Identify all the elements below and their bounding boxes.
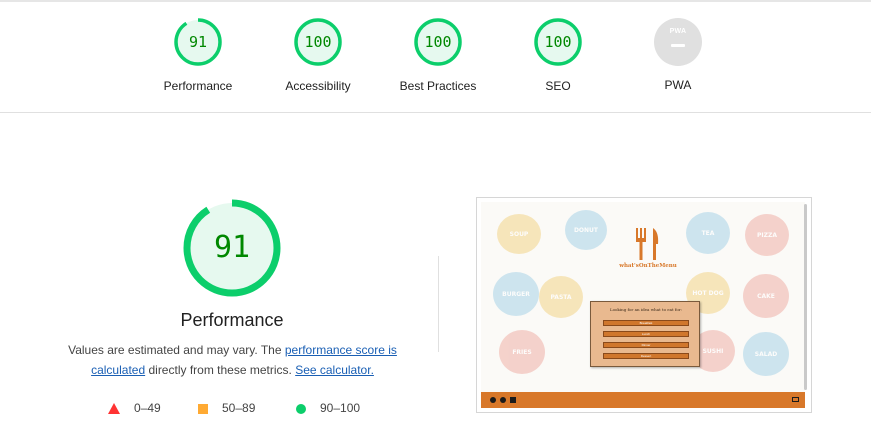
- meal-choice-modal: Looking for an idea what to eat for: Bre…: [590, 301, 700, 367]
- legend-label: 90–100: [320, 401, 361, 415]
- gauge-pwa[interactable]: PWA PWA: [613, 17, 743, 92]
- dinner-button[interactable]: Dinner: [603, 342, 689, 348]
- site-name: what'sOnTheMenu: [619, 263, 677, 269]
- legend-fail: 0–49: [108, 400, 161, 416]
- pwa-dash-icon: [671, 44, 685, 47]
- gauge-seo[interactable]: 100 SEO: [493, 17, 623, 93]
- lunch-button[interactable]: Lunch: [603, 331, 689, 337]
- performance-description: Values are estimated and may vary. The p…: [55, 341, 410, 380]
- pwa-badge-text: PWA: [669, 28, 687, 35]
- legend-pass: 90–100: [296, 400, 360, 416]
- gauge-ring: 100: [413, 17, 463, 67]
- vertical-divider: [438, 256, 439, 352]
- gauge-ring: 100: [533, 17, 583, 67]
- final-screenshot-thumbnail[interactable]: SOUP DONUT TEA PIZZA BURGER PASTA HOT DO…: [476, 197, 812, 413]
- gauge-score: 100: [544, 33, 572, 51]
- pwa-badge-icon: PWA: [654, 18, 702, 66]
- see-calculator-link[interactable]: See calculator.: [295, 363, 374, 377]
- mail-icon: [792, 397, 799, 402]
- triangle-icon: [108, 403, 120, 415]
- score-gauges-row: 91 Performance 100 Accessibility 100 Bes…: [0, 0, 871, 113]
- screenshot-background: SOUP DONUT TEA PIZZA BURGER PASTA HOT DO…: [481, 202, 805, 392]
- desc-text-1: Values are estimated and may vary. The: [68, 343, 285, 357]
- dessert-button[interactable]: Dessert: [603, 353, 689, 359]
- gauge-ring: 91: [173, 17, 223, 67]
- screenshot-footer: [481, 392, 805, 408]
- legend-label: 50–89: [222, 401, 256, 415]
- gauge-score: 100: [304, 33, 332, 51]
- gauge-performance[interactable]: 91 Performance: [133, 17, 263, 93]
- modal-title: Looking for an idea what to eat for:: [609, 307, 683, 312]
- legend-average: 50–89: [198, 400, 255, 416]
- gauge-label: Best Practices: [399, 79, 477, 93]
- desc-text-2: directly from these metrics.: [145, 362, 296, 377]
- square-icon: [198, 403, 208, 414]
- gauge-score: 91: [188, 33, 208, 51]
- gauge-accessibility[interactable]: 100 Accessibility: [253, 17, 383, 93]
- gauge-label: SEO: [545, 79, 571, 93]
- screenshot-scrollbar: [804, 204, 807, 390]
- instagram-icon: [510, 397, 516, 403]
- gauge-score: 100: [424, 33, 452, 51]
- performance-title: Performance: [180, 310, 284, 330]
- circle-icon: [296, 403, 306, 414]
- fork-knife-logo-icon: [636, 228, 659, 260]
- gauge-label: Performance: [163, 79, 233, 93]
- gauge-best-practices[interactable]: 100 Best Practices: [373, 17, 503, 93]
- facebook-icon: [490, 397, 496, 403]
- breakfast-button[interactable]: Breakfast: [603, 320, 689, 326]
- gauge-label: Accessibility: [285, 79, 351, 93]
- performance-main-gauge: 91: [182, 198, 282, 298]
- gauge-label: PWA: [664, 78, 692, 92]
- legend-label: 0–49: [134, 401, 161, 415]
- pinterest-icon: [500, 397, 506, 403]
- gauge-ring: 100: [293, 17, 343, 67]
- main-score: 91: [213, 230, 251, 265]
